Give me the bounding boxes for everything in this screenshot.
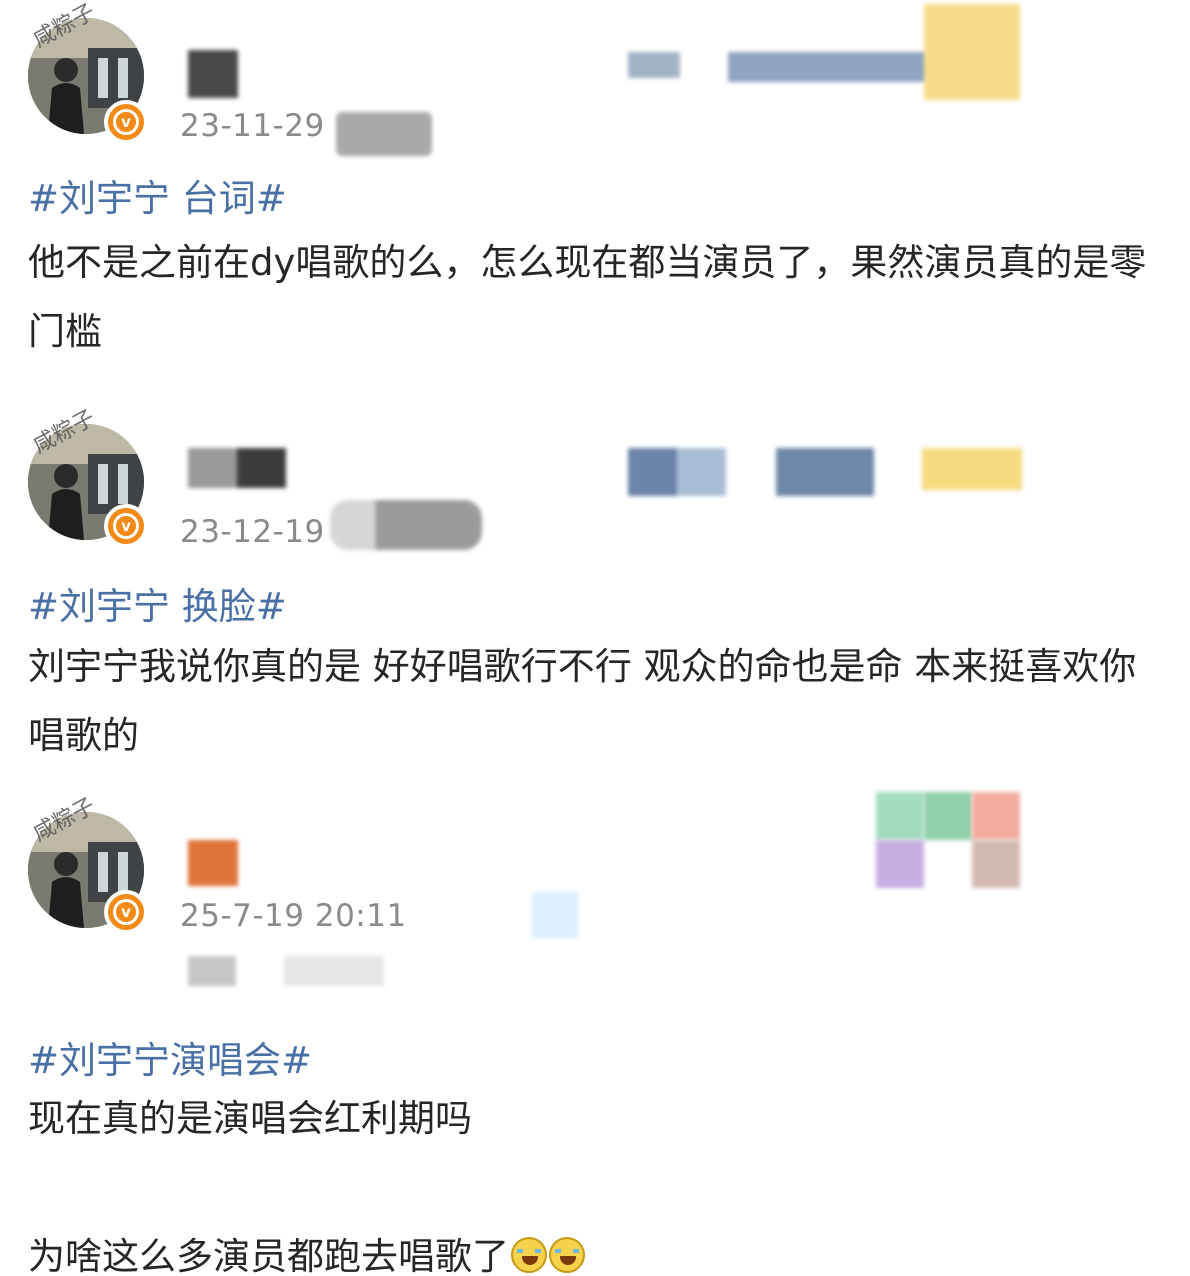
post-text: 现在真的是演唱会红利期吗 为啥这么多演员都跑去唱歌了 (28, 1084, 1168, 1276)
blurred-header-block (972, 840, 1020, 888)
post-timestamp: 25-7-19 20:11 (180, 898, 407, 934)
blurred-header-block (972, 792, 1020, 840)
blurred-meta (284, 956, 384, 986)
post-text-line-2-text: 为啥这么多演员都跑去唱歌了 (28, 1235, 509, 1276)
laugh-cry-emoji-icon (511, 1237, 547, 1273)
blurred-meta (532, 892, 578, 938)
blurred-header-block (876, 792, 924, 840)
blurred-header-block (924, 792, 972, 840)
post-text-line-2: 为啥这么多演员都跑去唱歌了 (28, 1222, 1168, 1276)
blurred-username (188, 840, 238, 886)
post-hashtag[interactable]: #刘宇宁演唱会# (28, 1030, 312, 1084)
post-text-line-1: 现在真的是演唱会红利期吗 (28, 1097, 472, 1140)
laugh-cry-emoji-icon (549, 1237, 585, 1273)
blurred-header-block (876, 840, 924, 888)
verified-badge-icon: v (104, 890, 148, 934)
post-3: 咸粽子 v 25-7-19 20:11 #刘宇宁演唱会# 现在真的是演唱会红利期… (0, 0, 1190, 1276)
blurred-meta (188, 956, 236, 986)
